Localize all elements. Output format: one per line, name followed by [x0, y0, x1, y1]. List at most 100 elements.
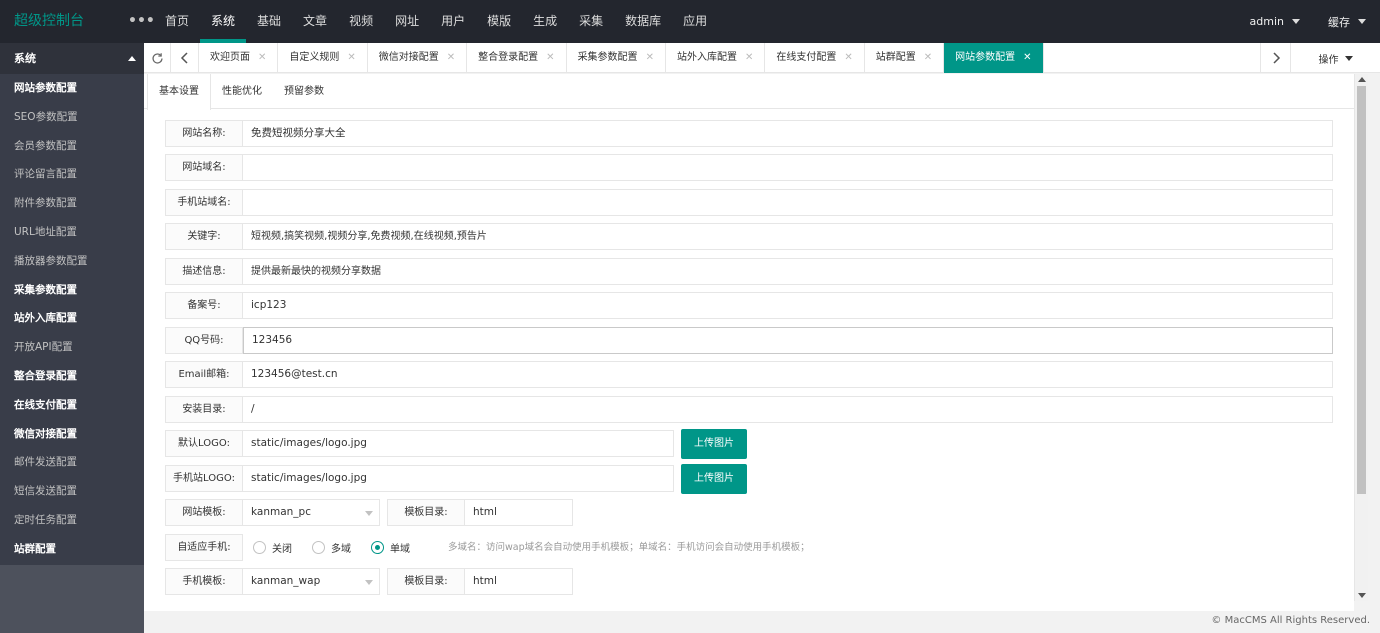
- template-dir-input[interactable]: html: [465, 499, 573, 526]
- footer-copyright: © MacCMS All Rights Reserved.: [1211, 615, 1370, 626]
- sidebar-item[interactable]: 站外入库配置: [0, 304, 144, 333]
- adaptive-radio-option[interactable]: 多域: [312, 540, 351, 555]
- sidebar-item[interactable]: 采集参数配置: [0, 276, 144, 305]
- top-nav-item[interactable]: 用户: [430, 0, 476, 43]
- sidebar-item[interactable]: 站群配置: [0, 535, 144, 564]
- adaptive-radio-option[interactable]: 关闭: [253, 540, 292, 555]
- close-icon[interactable]: ✕: [447, 52, 455, 63]
- upload-mobile-logo-button[interactable]: 上传图片: [681, 464, 747, 494]
- row-adaptive: 自适应手机: 关闭 多域 单域 多域名：访问wap域名会自动使用手机模板；单域名：手…: [165, 534, 810, 561]
- mobile-logo-input[interactable]: static/images/logo.jpg: [243, 465, 674, 492]
- top-nav-item[interactable]: 系统: [200, 0, 247, 43]
- qq-input[interactable]: 123456: [243, 327, 1333, 354]
- settings-subtab[interactable]: 基本设置: [147, 74, 211, 110]
- site-name-input[interactable]: 免费短视频分享大全: [243, 120, 1333, 147]
- sidebar-item[interactable]: 整合登录配置: [0, 362, 144, 391]
- top-nav-item[interactable]: 基础: [246, 0, 292, 43]
- radio-icon[interactable]: [371, 541, 384, 554]
- sidebar-item[interactable]: 短信发送配置: [0, 477, 144, 506]
- page-tab[interactable]: 自定义规则 ✕: [278, 43, 368, 73]
- row-mobile-template: 手机模板: kanman_wap 模板目录: html: [165, 568, 573, 595]
- sidebar-group-system[interactable]: 系统: [0, 43, 144, 74]
- tabs-next-icon[interactable]: [1260, 43, 1290, 73]
- site-domain-input[interactable]: [243, 154, 1333, 181]
- tab-operations-button[interactable]: 操作: [1290, 43, 1380, 73]
- page-tab[interactable]: 站群配置 ✕: [865, 43, 945, 73]
- email-label: Email邮箱:: [165, 361, 243, 388]
- icp-input[interactable]: icp123: [243, 292, 1333, 319]
- description-input[interactable]: 提供最新最快的视频分享数据: [243, 258, 1333, 285]
- page-tab[interactable]: 在线支付配置 ✕: [765, 43, 865, 73]
- sidebar-item[interactable]: 微信对接配置: [0, 420, 144, 449]
- install-dir-label: 安装目录:: [165, 396, 243, 423]
- radio-icon[interactable]: [312, 541, 325, 554]
- tabs-prev-icon[interactable]: [172, 43, 199, 73]
- sidebar-item[interactable]: SEO参数配置: [0, 103, 144, 132]
- template-select[interactable]: kanman_pc: [243, 499, 380, 526]
- scroll-thumb[interactable]: [1357, 86, 1366, 494]
- close-icon[interactable]: ✕: [258, 52, 266, 63]
- install-dir-input[interactable]: /: [243, 396, 1333, 423]
- keywords-input[interactable]: 短视频,搞笑视频,视频分享,免费视频,在线视频,预告片: [243, 223, 1333, 250]
- upload-logo-button[interactable]: 上传图片: [681, 429, 747, 459]
- page-tab[interactable]: 网站参数配置 ✕: [944, 43, 1044, 73]
- page-tab[interactable]: 站外入库配置 ✕: [666, 43, 766, 73]
- page-tab-label: 欢迎页面: [210, 52, 250, 63]
- close-icon[interactable]: ✕: [745, 52, 753, 63]
- scroll-down-icon[interactable]: [1358, 593, 1366, 598]
- row-install-dir: 安装目录: /: [165, 396, 1333, 423]
- top-nav-item[interactable]: 应用: [672, 0, 718, 43]
- top-nav-item[interactable]: 首页: [154, 0, 200, 43]
- close-icon[interactable]: ✕: [844, 52, 852, 63]
- page-tab[interactable]: 欢迎页面 ✕: [199, 43, 279, 73]
- email-input[interactable]: 123456@test.cn: [243, 361, 1333, 388]
- close-icon[interactable]: ✕: [546, 52, 554, 63]
- mobile-template-select[interactable]: kanman_wap: [243, 568, 380, 595]
- top-nav-item[interactable]: 网址: [384, 0, 430, 43]
- tab-operations-label: 操作: [1318, 54, 1339, 66]
- page-tab[interactable]: 微信对接配置 ✕: [368, 43, 468, 73]
- sidebar-group-label: 系统: [14, 52, 36, 65]
- sidebar-item[interactable]: 附件参数配置: [0, 189, 144, 218]
- sidebar-item[interactable]: 网站参数配置: [0, 74, 144, 103]
- cache-menu[interactable]: 缓存: [1314, 14, 1380, 30]
- adaptive-radio-option[interactable]: 单域: [371, 540, 410, 555]
- top-nav: 首页 系统 基础 文章 视频 网址 用户 模版 生成 采集 数据库 应用: [154, 0, 718, 43]
- sidebar-item[interactable]: URL地址配置: [0, 218, 144, 247]
- sidebar-item[interactable]: 定时任务配置: [0, 506, 144, 535]
- top-nav-item[interactable]: 视频: [338, 0, 384, 43]
- row-site-domain: 网站域名:: [165, 154, 1333, 181]
- sidebar-item[interactable]: 评论留言配置: [0, 160, 144, 189]
- top-nav-item[interactable]: 数据库: [614, 0, 672, 43]
- refresh-icon[interactable]: [144, 43, 171, 73]
- page-tab[interactable]: 采集参数配置 ✕: [567, 43, 666, 73]
- settings-subtab[interactable]: 性能优化: [211, 74, 273, 108]
- user-menu[interactable]: admin: [1236, 15, 1314, 28]
- mobile-template-dir-input[interactable]: html: [465, 568, 573, 595]
- main-panel: 基本设置 性能优化 预留参数 网站名称: 免费短视频分享大全 网站域名: 手机站域名…: [144, 74, 1354, 611]
- more-menu-icon[interactable]: •••: [128, 0, 155, 43]
- mobile-domain-input[interactable]: [243, 189, 1333, 216]
- app-logo[interactable]: 超级控制台: [14, 0, 84, 43]
- page-tab[interactable]: 整合登录配置 ✕: [467, 43, 567, 73]
- top-nav-item[interactable]: 文章: [292, 0, 338, 43]
- close-icon[interactable]: ✕: [1023, 52, 1031, 63]
- description-label: 描述信息:: [165, 258, 243, 285]
- close-icon[interactable]: ✕: [646, 52, 654, 63]
- sidebar-item[interactable]: 在线支付配置: [0, 391, 144, 420]
- radio-label: 单域: [390, 544, 410, 555]
- settings-subtab[interactable]: 预留参数: [273, 74, 335, 108]
- top-nav-item[interactable]: 采集: [568, 0, 614, 43]
- sidebar-item[interactable]: 播放器参数配置: [0, 247, 144, 276]
- close-icon[interactable]: ✕: [347, 52, 355, 63]
- sidebar-item[interactable]: 会员参数配置: [0, 132, 144, 161]
- radio-icon[interactable]: [253, 541, 266, 554]
- main-scrollbar[interactable]: [1354, 74, 1368, 601]
- sidebar-item[interactable]: 开放API配置: [0, 333, 144, 362]
- logo-input[interactable]: static/images/logo.jpg: [243, 430, 674, 457]
- sidebar-item[interactable]: 邮件发送配置: [0, 448, 144, 477]
- close-icon[interactable]: ✕: [924, 52, 932, 63]
- top-nav-item[interactable]: 生成: [522, 0, 568, 43]
- top-nav-item[interactable]: 模版: [476, 0, 522, 43]
- scroll-up-icon[interactable]: [1358, 77, 1366, 82]
